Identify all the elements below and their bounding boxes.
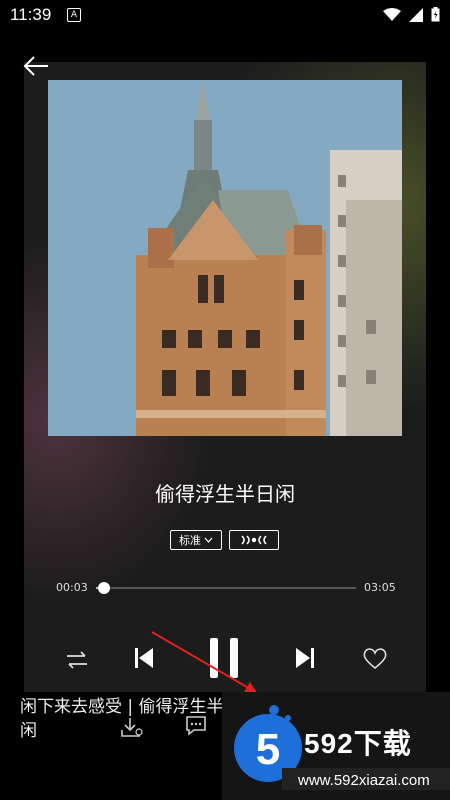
album-artwork — [48, 80, 402, 436]
back-arrow-icon[interactable] — [22, 52, 50, 80]
comment-icon[interactable] — [184, 714, 208, 736]
album-cover — [48, 80, 402, 436]
favorite-heart-icon[interactable] — [362, 647, 388, 671]
status-time: 11:39 — [10, 5, 52, 24]
watermark-logo-digit: 5 — [256, 725, 280, 774]
chevron-down-icon — [204, 537, 213, 543]
song-title: 偷得浮生半日闲 — [155, 482, 295, 506]
sound-effect-button[interactable] — [229, 530, 279, 550]
watermark-url: www.592xiazai.com — [298, 772, 430, 789]
current-time: 00:03 — [56, 581, 88, 594]
watermark-brand: 592下载 — [304, 728, 412, 759]
quality-selector[interactable]: 标准 — [170, 530, 222, 550]
status-bar: 11:39 A — [0, 0, 450, 30]
annotation-arrow — [151, 631, 258, 694]
progress-thumb[interactable] — [97, 582, 110, 594]
next-track-icon[interactable] — [294, 646, 316, 670]
quality-label: 标准 — [179, 534, 201, 547]
wifi-icon — [383, 7, 401, 21]
sound-effect-icon — [241, 535, 267, 545]
download-icon[interactable] — [120, 716, 144, 738]
status-icons — [383, 7, 440, 22]
battery-icon — [431, 7, 440, 22]
signal-icon — [409, 7, 423, 22]
repeat-mode-icon[interactable] — [65, 650, 89, 670]
notification-app-icon: A — [67, 8, 81, 22]
total-time: 03:05 — [364, 581, 396, 594]
progress-track[interactable] — [96, 582, 356, 594]
